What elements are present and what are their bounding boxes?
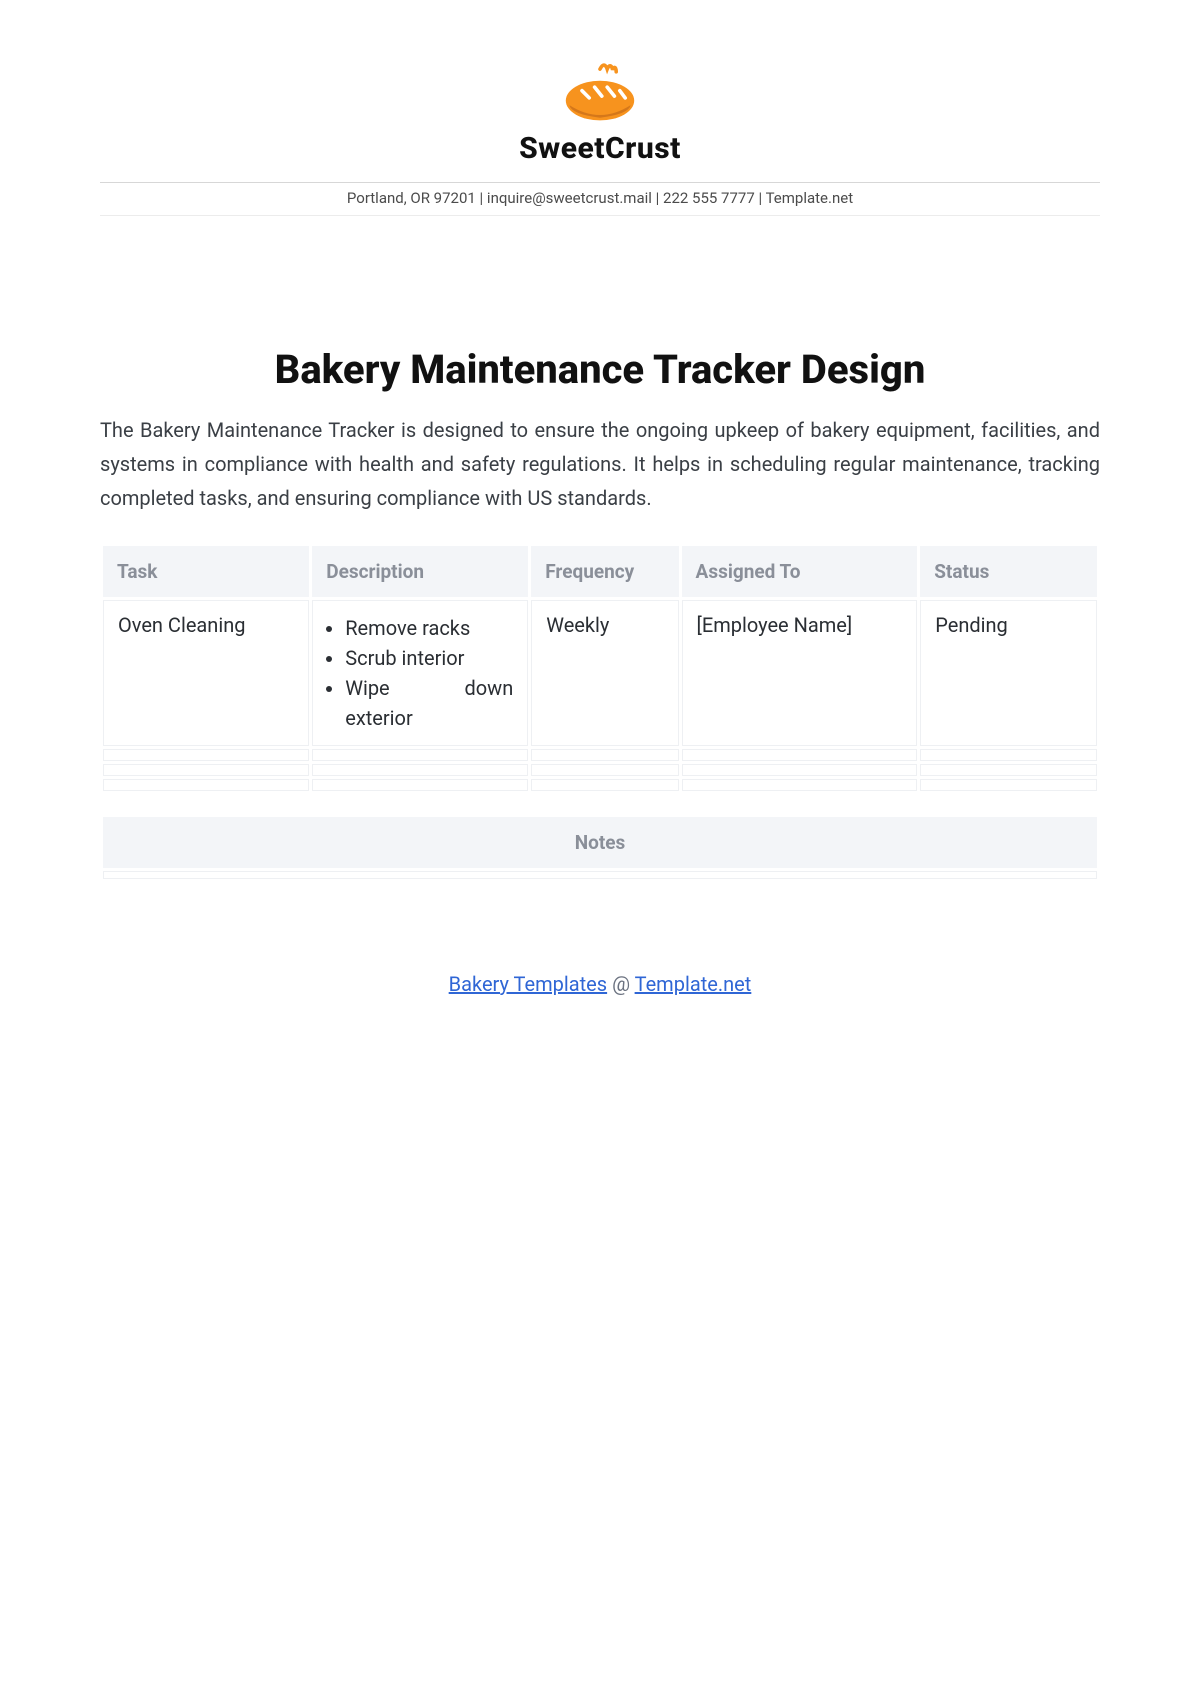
divider	[100, 182, 1100, 183]
document-page: SweetCrust Portland, OR 97201 | inquire@…	[0, 0, 1200, 1056]
bread-loaf-icon	[555, 60, 645, 125]
notes-header: Notes	[103, 817, 1097, 868]
cell-assigned-to: [Employee Name]	[682, 600, 918, 746]
bakery-templates-link[interactable]: Bakery Templates	[449, 972, 607, 996]
notes-row	[103, 871, 1097, 879]
step-item: Remove racks	[345, 613, 513, 643]
col-status: Status	[920, 546, 1097, 597]
template-net-link[interactable]: Template.net	[635, 972, 752, 996]
cell-frequency: Weekly	[531, 600, 678, 746]
table-header-row: Task Description Frequency Assigned To S…	[103, 546, 1097, 597]
table-row: Oven Cleaning Remove racks Scrub interio…	[103, 600, 1097, 746]
cell-task: Oven Cleaning	[103, 600, 309, 746]
col-task: Task	[103, 546, 309, 597]
table-row	[103, 764, 1097, 776]
col-assigned-to: Assigned To	[682, 546, 918, 597]
header: SweetCrust Portland, OR 97201 | inquire@…	[100, 60, 1100, 216]
brand-name: SweetCrust	[519, 131, 681, 166]
notes-table: Notes	[100, 814, 1100, 882]
logo: SweetCrust	[100, 60, 1100, 166]
cell-description: Remove racks Scrub interior Wipe down ex…	[312, 600, 528, 746]
page-title: Bakery Maintenance Tracker Design	[100, 346, 1100, 393]
col-description: Description	[312, 546, 528, 597]
footer-links: Bakery Templates @ Template.net	[100, 972, 1100, 996]
table-row	[103, 779, 1097, 791]
col-frequency: Frequency	[531, 546, 678, 597]
footer-separator: @	[607, 972, 635, 996]
step-item: Wipe down exterior	[345, 673, 513, 733]
intro-paragraph: The Bakery Maintenance Tracker is design…	[100, 413, 1100, 515]
step-item: Scrub interior	[345, 643, 513, 673]
description-steps: Remove racks Scrub interior Wipe down ex…	[327, 613, 513, 733]
table-row	[103, 749, 1097, 761]
cell-status: Pending	[920, 600, 1097, 746]
maintenance-table: Task Description Frequency Assigned To S…	[100, 543, 1100, 794]
contact-line: Portland, OR 97201 | inquire@sweetcrust.…	[100, 189, 1100, 216]
